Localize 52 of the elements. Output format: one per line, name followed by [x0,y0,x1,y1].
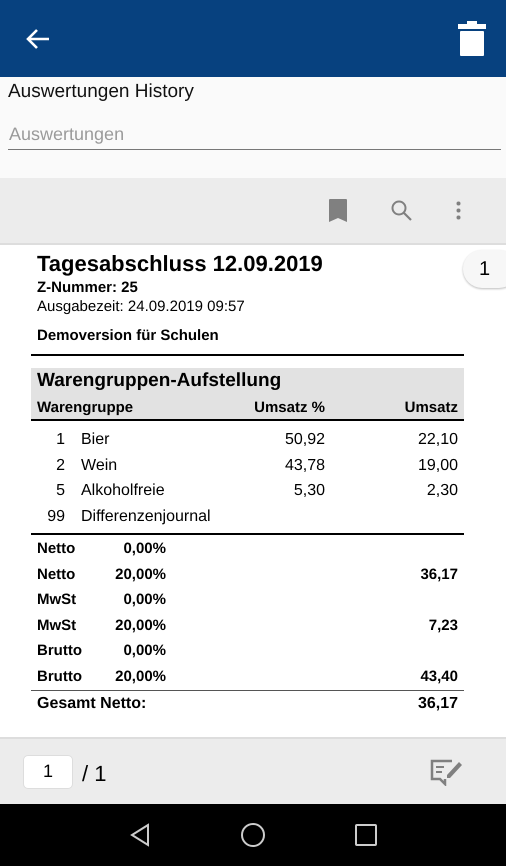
amount-value: 36,17 [419,564,458,584]
bookmark-icon[interactable] [329,199,347,222]
amount-value: 2,30 [426,481,458,501]
percent-value: 50,92 [284,430,325,450]
back-arrow-icon[interactable] [25,28,51,50]
tax-label: Brutto [37,641,83,661]
amount-value: 19,00 [416,456,458,476]
tax-rate: 0,00% [122,539,166,559]
more-options-icon[interactable] [456,201,461,220]
group-name: Differenzenjournal [81,506,212,526]
percent-value: 5,30 [292,481,325,501]
amount-value: 22,10 [416,430,458,450]
tax-rate: 0,00% [122,590,166,610]
group-number: 2 [55,456,65,476]
amount-value: 7,23 [428,616,458,636]
report-subtitle: Demoversion für Schulen [37,327,220,344]
edit-note-icon[interactable] [430,758,464,786]
home-nav-icon[interactable] [241,823,265,847]
issue-time: Ausgabezeit: 24.09.2019 09:57 [37,298,246,315]
tax-label: Netto [37,564,76,584]
tax-rate: 20,00% [114,564,166,584]
column-header: Umsatz % [253,399,325,416]
group-name: Bier [81,430,110,450]
screen-title: Auswertungen History [8,81,195,103]
column-header: Umsatz [404,399,458,416]
back-nav-icon[interactable] [129,823,151,847]
group-number: 99 [46,506,65,526]
tax-rate: 0,00% [122,641,166,661]
tax-rate: 20,00% [114,666,166,686]
search-icon[interactable] [391,200,412,221]
z-number: Z-Nummer: 25 [37,279,139,296]
page-total: / 1 [82,760,106,786]
total-label: Gesamt Netto: [37,695,146,713]
page-number-badge: 1 [463,250,506,288]
total-value: 36,17 [418,695,458,713]
group-name: Alkoholfreie [81,481,166,501]
tax-label: MwSt [37,616,78,636]
column-header: Warengruppe [37,399,134,416]
amount-value: 43,40 [419,666,458,686]
report-title: Tagesabschluss 12.09.2019 [37,251,324,277]
page-input[interactable]: 1 [23,754,73,788]
percent-value: 43,78 [284,456,325,476]
tax-label: Netto [37,539,76,559]
group-number: 1 [55,430,65,450]
recents-nav-icon[interactable] [355,824,377,846]
tax-label: Brutto [37,666,83,686]
trash-icon[interactable] [458,21,486,56]
tax-label: MwSt [37,590,78,610]
group-number: 5 [55,481,65,501]
section-title: Warengruppen-Aufstellung [37,370,282,392]
tax-rate: 20,00% [114,616,166,636]
group-name: Wein [81,456,118,476]
